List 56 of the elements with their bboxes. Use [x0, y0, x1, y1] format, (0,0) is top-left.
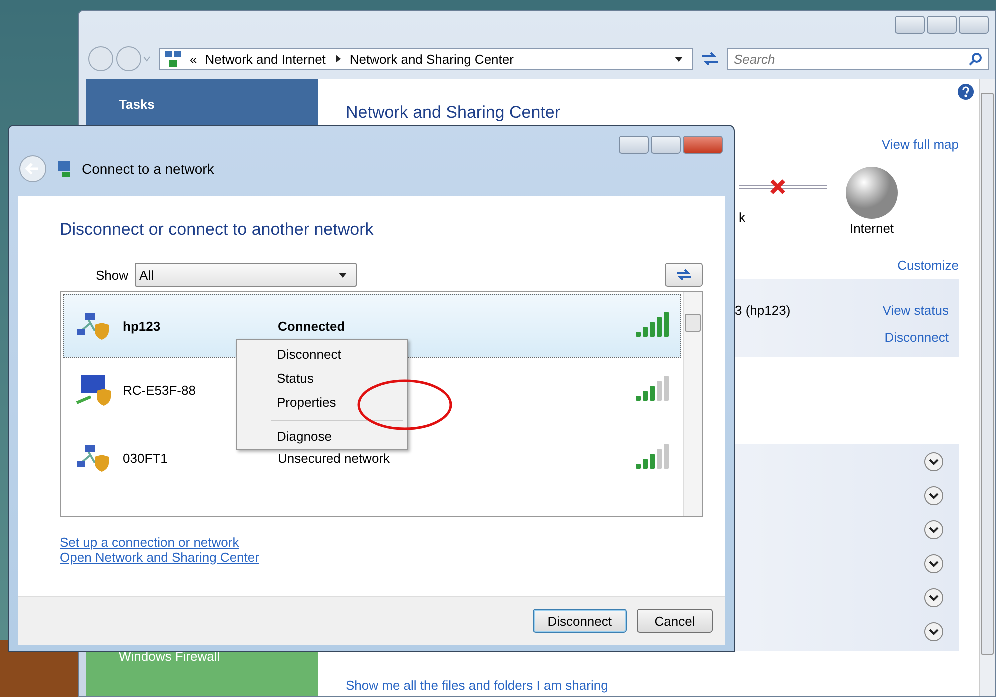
expand-icon[interactable]: [924, 452, 944, 472]
refresh-button[interactable]: [665, 263, 703, 287]
expand-icon[interactable]: [924, 588, 944, 608]
view-full-map-link[interactable]: View full map: [882, 137, 959, 152]
sharing-link[interactable]: Show me all the files and folders I am sharing: [346, 678, 608, 693]
close-button[interactable]: [959, 16, 989, 34]
breadcrumb[interactable]: Network and Internet: [205, 52, 326, 66]
network-status: Unsecured network: [278, 450, 390, 466]
scrollbar[interactable]: [683, 292, 702, 516]
disconnect-link[interactable]: Disconnect: [884, 330, 949, 345]
network-name: 030FT1: [123, 450, 169, 466]
menu-item[interactable]: Diagnose: [239, 425, 405, 449]
address-bar[interactable]: « Network and Internet Network and Sharing Center: [159, 48, 693, 70]
network-icon: [164, 50, 182, 68]
globe-icon: [845, 166, 899, 219]
dialog-button[interactable]: Disconnect: [532, 609, 627, 633]
page-title: Network and Sharing Center: [346, 103, 562, 123]
dialog-button[interactable]: Cancel: [637, 609, 713, 633]
search-icon[interactable]: [969, 52, 983, 66]
dialog-link[interactable]: Open Network and Sharing Center: [60, 550, 260, 565]
expand-icon[interactable]: [924, 554, 944, 574]
expand-icon[interactable]: [924, 486, 944, 506]
dialog-link[interactable]: Set up a connection or network: [60, 535, 240, 550]
computer-shield-icon: [75, 373, 111, 407]
show-label: Show: [96, 268, 129, 282]
connection-name: 3 (hp123): [735, 303, 791, 318]
view-status-link[interactable]: View status: [882, 303, 949, 318]
maximize-button[interactable]: [927, 16, 957, 34]
refresh-icon: [675, 268, 693, 282]
menu-item[interactable]: Properties: [239, 391, 405, 415]
separator-arrow-icon: [334, 54, 342, 64]
show-dropdown[interactable]: All: [134, 263, 357, 287]
overflow-chevron[interactable]: «: [190, 52, 198, 66]
network-name: hp123: [123, 318, 162, 334]
help-icon[interactable]: [957, 83, 975, 101]
expand-icon[interactable]: [924, 622, 944, 642]
minimize-button[interactable]: [619, 136, 649, 154]
map-label: k: [739, 210, 746, 225]
dropdown-arrow-icon[interactable]: [674, 55, 684, 63]
menu-item[interactable]: Status: [239, 367, 405, 391]
dialog-title: Connect to a network: [82, 161, 214, 177]
scrollbar[interactable]: [979, 79, 995, 696]
expand-icon[interactable]: [924, 520, 944, 540]
minimize-button[interactable]: [895, 16, 925, 34]
menu-item[interactable]: Disconnect: [239, 343, 405, 367]
dialog-heading: Disconnect or connect to another network: [60, 220, 375, 240]
network-name: RC-E53F-88: [123, 382, 197, 398]
selection-highlight[interactable]: [63, 294, 681, 358]
maximize-button[interactable]: [651, 136, 681, 154]
network-status: Connected: [278, 318, 346, 334]
internet-label: Internet: [850, 221, 894, 236]
dropdown-arrow-icon: [338, 271, 348, 279]
customize-link[interactable]: Customize: [898, 258, 959, 273]
sidebar-heading: Tasks: [119, 97, 155, 112]
search-field[interactable]: Search: [727, 48, 989, 70]
breadcrumb[interactable]: Network and Sharing Center: [350, 52, 514, 66]
